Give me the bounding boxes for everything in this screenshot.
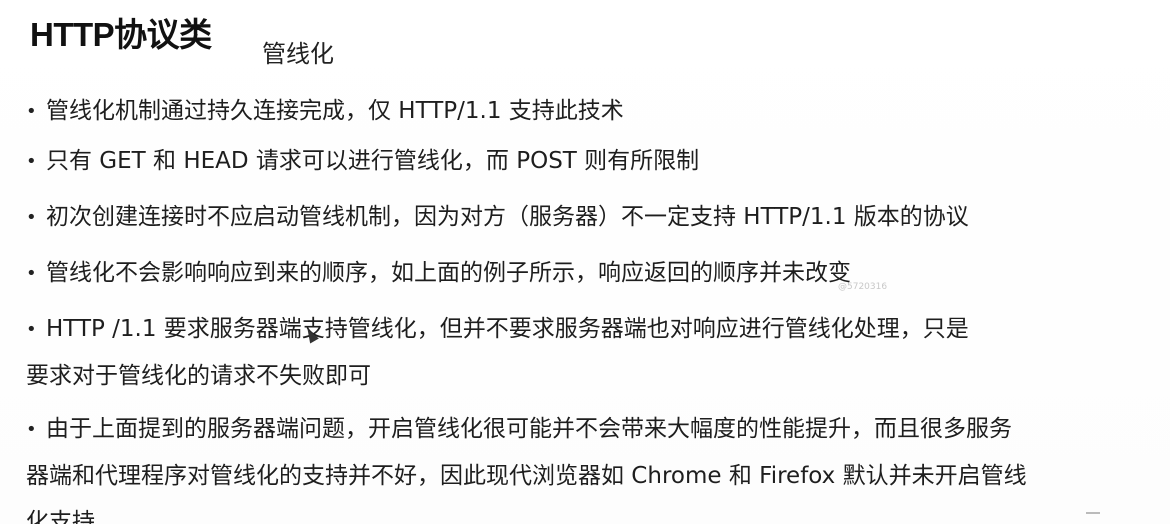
bullet-item: • 只有 GET 和 HEAD 请求可以进行管线化，而 POST 则有所限制: [26, 138, 1170, 185]
slide-title: HTTP协议类: [30, 16, 212, 53]
bullet-item: • 管线化机制通过持久连接完成，仅 HTTP/1.1 支持此技术: [26, 88, 1170, 135]
bullet-marker: •: [26, 207, 37, 228]
bullet-text: 由于上面提到的服务器端问题，开启管线化很可能并不会带来大幅度的性能提升，而且很多…: [46, 416, 1012, 442]
corner-divider: [1086, 512, 1100, 514]
bullet-line: • HTTP /1.1 要求服务器端支持管线化，但并不要求服务器端也对响应进行管线…: [26, 306, 1170, 353]
bullet-text: 管线化机制通过持久连接完成，仅 HTTP/1.1 支持此技术: [46, 98, 624, 124]
bullet-marker: •: [26, 263, 37, 284]
bullet-marker: •: [26, 419, 37, 440]
bullet-line: 要求对于管线化的请求不失败即可: [26, 363, 371, 389]
bullet-line: 化支持: [26, 509, 95, 524]
bullet-marker: •: [26, 151, 37, 172]
bullet-text: 只有 GET 和 HEAD 请求可以进行管线化，而 POST 则有所限制: [46, 148, 700, 174]
bullet-text: HTTP /1.1 要求服务器端支持管线化，但并不要求服务器端也对响应进行管线化…: [46, 316, 969, 342]
bullet-item: • HTTP /1.1 要求服务器端支持管线化，但并不要求服务器端也对响应进行管线…: [26, 306, 1170, 399]
slide-subtitle: 管线化: [262, 40, 334, 68]
watermark: @5720316: [838, 282, 888, 292]
bullet-marker: •: [26, 319, 37, 340]
bullet-text: 初次创建连接时不应启动管线机制，因为对方（服务器）不一定支持 HTTP/1.1 …: [46, 204, 969, 230]
bullet-item: • 由于上面提到的服务器端问题，开启管线化很可能并不会带来大幅度的性能提升，而且很…: [26, 406, 1170, 524]
bullet-item: • 管线化不会影响响应到来的顺序，如上面的例子所示，响应返回的顺序并未改变: [26, 250, 1170, 297]
bullet-item: • 初次创建连接时不应启动管线机制，因为对方（服务器）不一定支持 HTTP/1.1…: [26, 194, 1170, 241]
bullet-text: 管线化不会影响响应到来的顺序，如上面的例子所示，响应返回的顺序并未改变: [46, 260, 851, 286]
bullet-line: 器端和代理程序对管线化的支持并不好，因此现代浏览器如 Chrome 和 Fire…: [26, 463, 1027, 489]
bullet-marker: •: [26, 101, 37, 122]
slide: HTTP协议类 管线化 • 管线化机制通过持久连接完成，仅 HTTP/1.1 支持…: [0, 0, 1170, 524]
bullet-line: • 由于上面提到的服务器端问题，开启管线化很可能并不会带来大幅度的性能提升，而且很…: [26, 406, 1170, 453]
